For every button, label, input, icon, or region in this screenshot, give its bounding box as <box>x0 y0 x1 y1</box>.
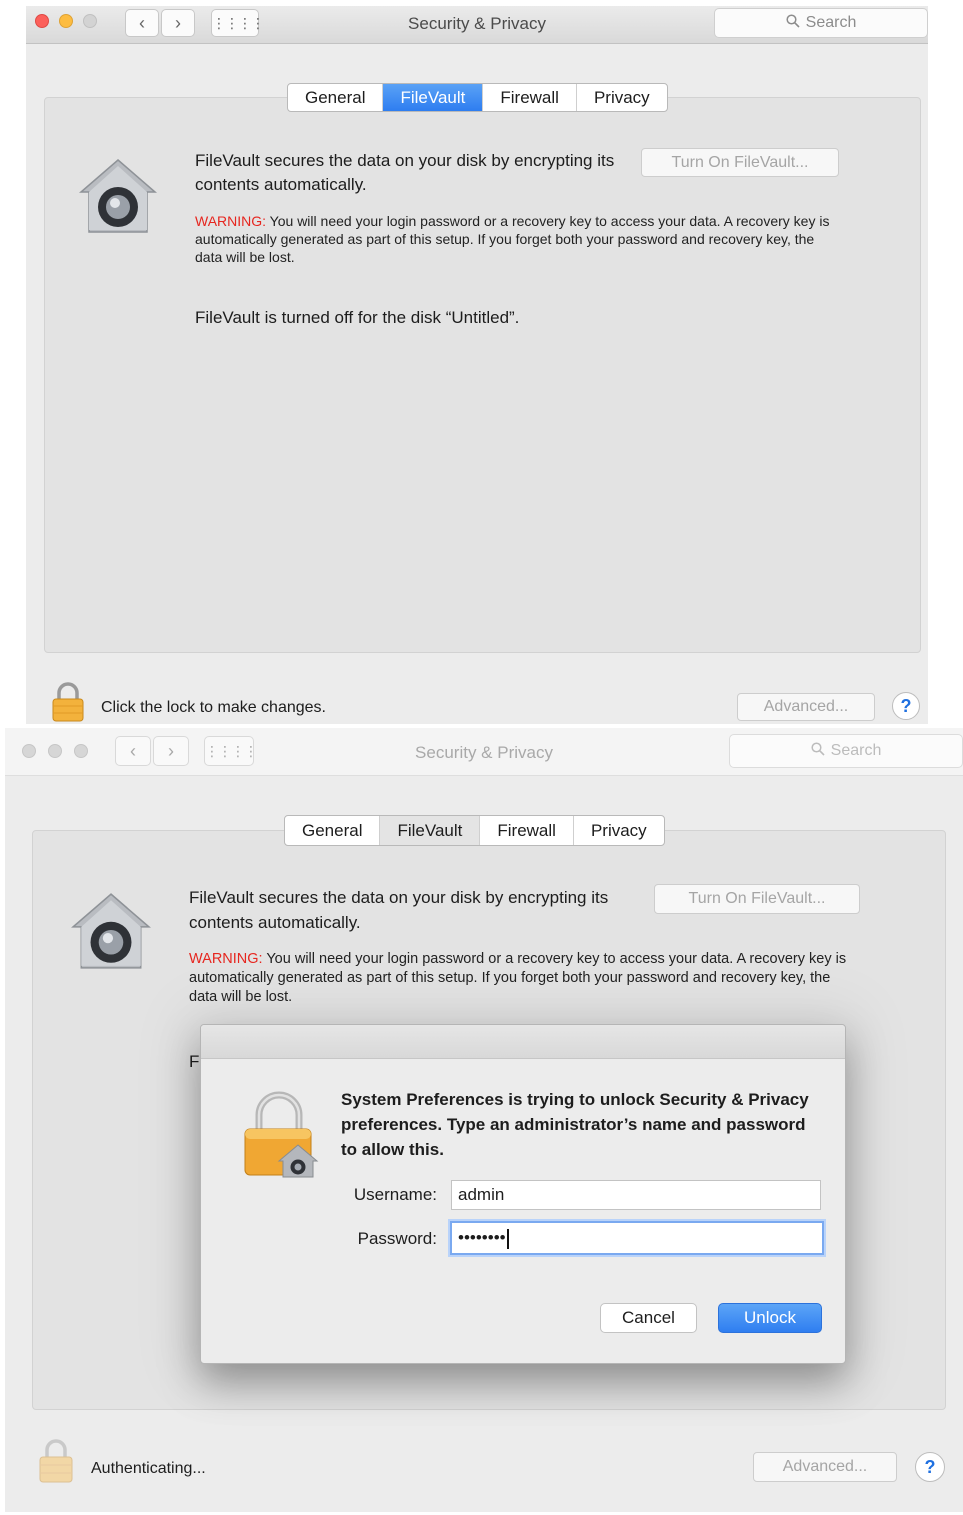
help-button[interactable]: ? <box>915 1452 945 1482</box>
filevault-status-partial: F <box>189 1052 200 1071</box>
lock-status-text: Authenticating... <box>91 1460 206 1477</box>
tab-bar: General FileVault Firewall Privacy <box>284 815 665 846</box>
security-privacy-window: ‹ › ⋮⋮⋮⋮ Security & Privacy Search Gener… <box>26 6 928 724</box>
search-placeholder: Search <box>830 742 882 759</box>
titlebar: ‹ › ⋮⋮⋮⋮ Security & Privacy Search <box>26 6 928 44</box>
security-privacy-window-authenticating: ‹ › ⋮⋮⋮⋮ Security & Privacy Search Gener… <box>5 728 963 1512</box>
authentication-dialog: System Preferences is trying to unlock S… <box>200 1024 846 1364</box>
warning-body: You will need your login password or a r… <box>195 213 830 265</box>
turn-on-filevault-button[interactable]: Turn On FileVault... <box>654 884 860 914</box>
advanced-button[interactable]: Advanced... <box>753 1452 897 1482</box>
lock-status-text: Click the lock to make changes. <box>101 699 326 716</box>
tab-privacy[interactable]: Privacy <box>577 84 667 111</box>
username-field[interactable]: admin <box>451 1180 821 1210</box>
filevault-house-icon <box>78 159 158 233</box>
warning-label: WARNING: <box>189 951 263 967</box>
tab-bar: General FileVault Firewall Privacy <box>287 83 668 112</box>
filevault-description: FileVault secures the data on your disk … <box>195 151 615 194</box>
tab-firewall[interactable]: Firewall <box>480 816 574 845</box>
filevault-house-icon <box>71 893 151 969</box>
magnifier-icon <box>786 14 800 28</box>
warning-body: You will need your login password or a r… <box>189 951 847 1005</box>
padlock-icon[interactable] <box>37 1436 75 1484</box>
help-button[interactable]: ? <box>892 692 920 720</box>
cancel-button[interactable]: Cancel <box>600 1303 697 1333</box>
advanced-button[interactable]: Advanced... <box>737 693 875 721</box>
warning-label: WARNING: <box>195 213 267 229</box>
padlock-icon[interactable] <box>51 682 85 722</box>
search-field[interactable]: Search <box>714 8 928 38</box>
tab-general[interactable]: General <box>288 84 384 111</box>
warning-text: WARNING: You will need your login passwo… <box>195 212 845 266</box>
padlock-icon <box>244 1091 319 1178</box>
tab-filevault[interactable]: FileVault <box>383 84 484 111</box>
dialog-message: System Preferences is trying to unlock S… <box>341 1090 809 1159</box>
warning-text: WARNING: You will need your login passwo… <box>189 950 859 1007</box>
filevault-status: FileVault is turned off for the disk “Un… <box>195 308 520 327</box>
turn-on-filevault-button[interactable]: Turn On FileVault... <box>641 148 839 177</box>
tab-general[interactable]: General <box>285 816 381 845</box>
password-field[interactable]: •••••••• <box>450 1221 824 1255</box>
search-field[interactable]: Search <box>729 734 963 768</box>
unlock-button[interactable]: Unlock <box>718 1303 822 1333</box>
search-placeholder: Search <box>805 14 857 31</box>
password-mask: •••••••• <box>458 1228 506 1247</box>
password-label: Password: <box>357 1229 437 1248</box>
dialog-titlebar <box>201 1025 845 1059</box>
magnifier-icon <box>811 742 825 756</box>
titlebar: ‹ › ⋮⋮⋮⋮ Security & Privacy Search <box>5 728 963 776</box>
username-label: Username: <box>353 1185 437 1204</box>
text-caret <box>506 1228 509 1249</box>
tab-firewall[interactable]: Firewall <box>483 84 577 111</box>
tab-filevault[interactable]: FileVault <box>380 816 481 845</box>
tab-privacy[interactable]: Privacy <box>574 816 664 845</box>
filevault-description: FileVault secures the data on your disk … <box>189 888 609 932</box>
